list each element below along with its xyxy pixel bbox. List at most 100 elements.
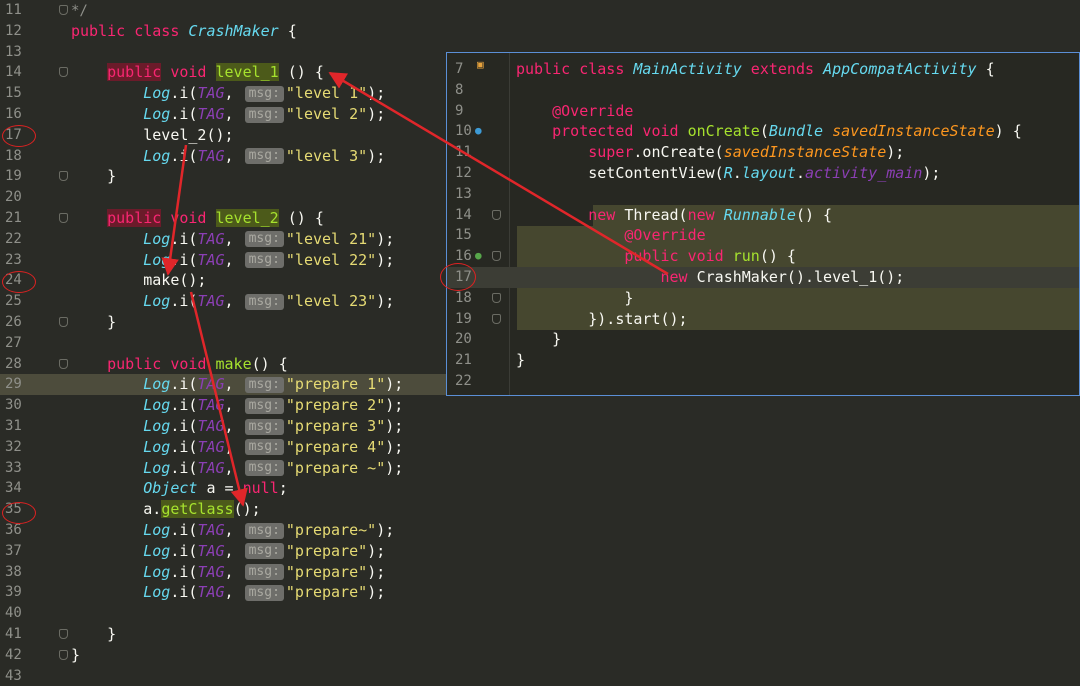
main-code-text: Log.i(TAG, msg: "level 21"); bbox=[71, 229, 394, 250]
main-line-number: 26 bbox=[5, 314, 22, 330]
code-token: , bbox=[224, 562, 243, 581]
main-line-12: 12 public class CrashMaker { bbox=[0, 21, 1080, 42]
param-hint: msg: bbox=[244, 293, 284, 310]
code-token: , bbox=[224, 521, 243, 539]
popup-line-17: 17 new CrashMaker().level_1(); bbox=[447, 267, 1079, 288]
main-line-41: 41 } bbox=[0, 624, 1080, 645]
code-token: ) { bbox=[994, 122, 1022, 141]
main-code-text: Log.i(TAG, msg: "level 2"); bbox=[71, 104, 385, 125]
code-token: .i( bbox=[170, 541, 198, 560]
code-token: Log bbox=[143, 229, 171, 248]
main-line-number: 39 bbox=[5, 584, 22, 601]
code-token: TAG bbox=[197, 417, 225, 435]
code-token: ); bbox=[376, 229, 395, 248]
main-line-number: 33 bbox=[5, 459, 22, 476]
main-line-number: 12 bbox=[5, 22, 22, 39]
popup-line-22: 22 bbox=[447, 371, 1079, 392]
code-token: @Override bbox=[552, 101, 634, 120]
code-token: .i( bbox=[170, 437, 198, 456]
code-token: , bbox=[224, 84, 243, 103]
code-token: .i( bbox=[170, 84, 198, 103]
code-token: "level 1" bbox=[285, 84, 368, 103]
code-token: null bbox=[242, 479, 279, 498]
main-code-text: Log.i(TAG, msg: "prepare 1"); bbox=[71, 374, 403, 395]
code-token: { bbox=[976, 60, 995, 78]
main-line-39: 39 Log.i(TAG, msg: "prepare"); bbox=[0, 582, 1080, 603]
fold-marker-icon[interactable] bbox=[59, 5, 68, 15]
code-token: .i( bbox=[170, 396, 198, 415]
code-token: } bbox=[71, 625, 117, 643]
code-token: } bbox=[71, 645, 81, 664]
fold-marker-icon[interactable] bbox=[59, 317, 68, 327]
code-token: TAG bbox=[197, 396, 225, 415]
main-code-text: a.getClass(); bbox=[71, 499, 261, 520]
code-token: ); bbox=[385, 417, 404, 435]
popup-code-text: new CrashMaker().level_1(); bbox=[516, 267, 905, 288]
line-17-marker bbox=[2, 125, 36, 147]
code-token: TAG bbox=[197, 84, 225, 103]
code-token: ); bbox=[367, 562, 386, 581]
code-token: ); bbox=[886, 143, 905, 162]
code-token: Log bbox=[143, 396, 171, 415]
main-line-30: 30 Log.i(TAG, msg: "prepare 2"); bbox=[0, 395, 1080, 416]
popup-line-17-marker bbox=[440, 263, 476, 291]
popup-line-12: 12 setContentView(R.layout.activity_main… bbox=[447, 163, 1079, 184]
popup-line-20: 20 } bbox=[447, 329, 1079, 350]
fold-marker-icon[interactable] bbox=[59, 649, 68, 660]
code-token: TAG bbox=[197, 583, 225, 602]
code-token: .onCreate( bbox=[633, 143, 724, 162]
main-line-number: 23 bbox=[5, 251, 22, 268]
code-token: , bbox=[224, 229, 243, 248]
fold-marker-icon[interactable] bbox=[59, 67, 68, 78]
fold-marker-icon[interactable] bbox=[492, 209, 501, 220]
main-line-42: 42} bbox=[0, 645, 1080, 666]
code-token: , bbox=[224, 458, 243, 477]
code-token: Runnable bbox=[723, 205, 796, 224]
fold-marker-icon[interactable] bbox=[492, 251, 501, 262]
main-line-number: 11 bbox=[5, 2, 22, 18]
code-token: () { bbox=[759, 247, 796, 266]
code-token: Log bbox=[143, 105, 171, 123]
code-token: R bbox=[723, 164, 733, 182]
code-token: ); bbox=[922, 164, 941, 182]
code-token: { bbox=[278, 21, 297, 40]
fold-marker-icon[interactable] bbox=[492, 292, 501, 303]
popup-code-text: public void run() { bbox=[516, 246, 796, 267]
popup-line-number: 22 bbox=[455, 373, 472, 389]
fold-marker-icon[interactable] bbox=[59, 629, 68, 639]
popup-code-text: @Override bbox=[516, 101, 633, 122]
param-hint: msg: bbox=[244, 439, 284, 456]
fold-marker-icon[interactable] bbox=[59, 171, 68, 182]
code-token: @Override bbox=[624, 226, 706, 245]
code-token: , bbox=[224, 250, 243, 269]
code-token: new bbox=[660, 268, 697, 286]
main-line-number: 34 bbox=[5, 480, 22, 497]
main-line-number: 32 bbox=[5, 438, 22, 455]
code-token: Log bbox=[143, 458, 171, 477]
main-code-text: Log.i(TAG, msg: "prepare 4"); bbox=[71, 437, 403, 458]
main-line-number: 20 bbox=[5, 189, 22, 206]
code-token: a = bbox=[197, 479, 243, 498]
code-token: ); bbox=[385, 375, 404, 394]
code-token: TAG bbox=[197, 105, 225, 123]
code-token: , bbox=[224, 375, 243, 394]
fold-marker-icon[interactable] bbox=[59, 213, 68, 223]
code-token: */ bbox=[71, 3, 88, 19]
param-hint: msg: bbox=[244, 85, 284, 102]
main-line-number: 29 bbox=[5, 376, 22, 393]
fold-marker-icon[interactable] bbox=[59, 358, 68, 369]
main-code-text: Log.i(TAG, msg: "prepare~"); bbox=[71, 520, 394, 541]
code-token: () { bbox=[251, 354, 288, 373]
main-line-number: 19 bbox=[5, 168, 22, 185]
main-line-number: 27 bbox=[5, 334, 22, 351]
line-35-marker bbox=[2, 502, 36, 524]
code-token: void bbox=[161, 63, 216, 82]
fold-marker-icon[interactable] bbox=[492, 313, 501, 324]
